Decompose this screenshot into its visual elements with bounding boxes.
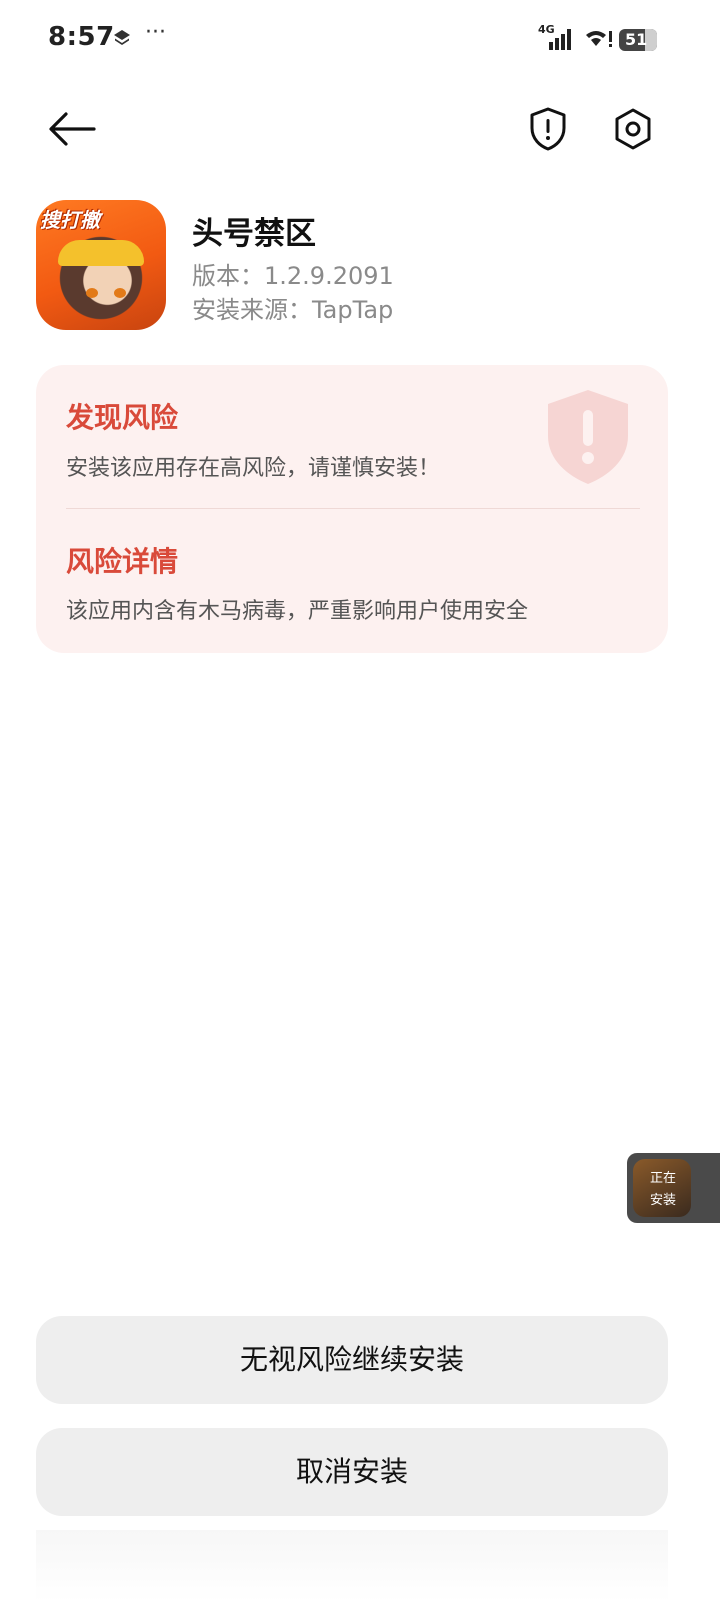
battery-icon: 51 xyxy=(619,29,657,51)
bottom-fade xyxy=(36,1530,668,1602)
risk-divider xyxy=(66,508,640,509)
shield-alert-icon[interactable] xyxy=(526,106,570,152)
installing-label-line1: 正在 xyxy=(649,1171,676,1186)
app-source: 安装来源：TapTap xyxy=(192,296,394,324)
app-icon-badge: 搜打撤 xyxy=(40,208,100,232)
risk-shield-icon xyxy=(548,390,628,484)
risk-detail-title: 风险详情 xyxy=(66,545,179,578)
status-time: 8:57 xyxy=(48,22,115,52)
layers-icon xyxy=(114,30,130,45)
risk-title: 发现风险 xyxy=(66,401,179,434)
settings-icon[interactable] xyxy=(610,106,656,152)
risk-description: 安装该应用存在高风险，请谨慎安装！ xyxy=(66,456,441,481)
wifi-icon xyxy=(586,31,612,47)
back-arrow-icon[interactable] xyxy=(44,104,100,154)
cancel-install-button[interactable]: 取消安装 xyxy=(36,1428,668,1516)
installing-app-thumbnail xyxy=(633,1159,691,1217)
installing-widget[interactable]: 正在 安装 xyxy=(627,1153,720,1223)
installing-label-line2: 安装 xyxy=(649,1193,676,1208)
signal-icon xyxy=(549,29,571,50)
app-version: 版本：1.2.9.2091 xyxy=(192,262,394,290)
continue-install-button[interactable]: 无视风险继续安装 xyxy=(36,1316,668,1404)
status-overflow: ··· xyxy=(145,20,166,45)
app-name: 头号禁区 xyxy=(192,216,316,252)
risk-detail-description: 该应用内含有木马病毒，严重影响用户使用安全 xyxy=(66,599,529,624)
app-icon: 搜打撤 xyxy=(36,200,166,330)
battery-level: 51 xyxy=(625,30,648,49)
